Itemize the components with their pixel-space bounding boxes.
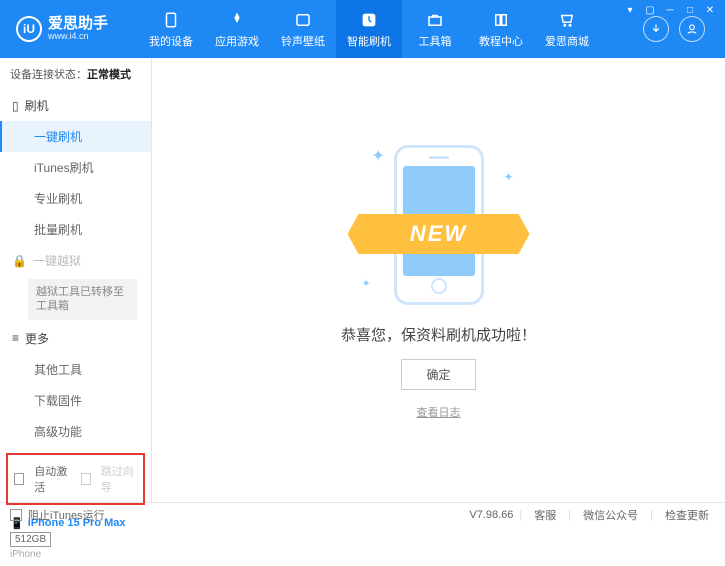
- success-message: 恭喜您，保资料刷机成功啦！: [341, 324, 536, 345]
- auto-activate-label: 自动激活: [34, 463, 70, 495]
- nav-store[interactable]: 爱思商城: [534, 0, 600, 58]
- toolbox-icon: [425, 10, 445, 30]
- nav-label: 工具箱: [419, 33, 452, 49]
- storage-badge: 512GB: [10, 532, 51, 547]
- close-button[interactable]: ✕: [701, 3, 719, 17]
- device-icon: [161, 10, 181, 30]
- customer-service-link[interactable]: 客服: [528, 507, 562, 523]
- main-nav: 我的设备 应用游戏 铃声壁纸 智能刷机 工具箱 教程中心 爱思商城: [138, 0, 600, 58]
- sidebar: 设备连接状态：正常模式 ▯ 刷机 一键刷机 iTunes刷机 专业刷机 批量刷机…: [0, 58, 152, 502]
- sparkle-icon: ✦: [372, 146, 385, 166]
- nav-flash[interactable]: 智能刷机: [336, 0, 402, 58]
- sidebar-download-firmware[interactable]: 下载固件: [0, 385, 151, 416]
- minimize-button[interactable]: ─: [661, 3, 679, 17]
- nav-label: 智能刷机: [347, 33, 391, 49]
- logo: iU 爱思助手 www.i4.cn: [8, 16, 138, 42]
- jailbreak-moved-note: 越狱工具已转移至工具箱: [28, 279, 137, 320]
- download-button[interactable]: [643, 16, 669, 42]
- version-label: V7.98.66: [469, 509, 513, 521]
- new-ribbon: NEW: [348, 214, 530, 254]
- ok-button[interactable]: 确定: [401, 359, 475, 390]
- sidebar-pro-flash[interactable]: 专业刷机: [0, 183, 151, 214]
- nav-toolbox[interactable]: 工具箱: [402, 0, 468, 58]
- check-update-link[interactable]: 检查更新: [659, 507, 715, 523]
- lock-icon: 🔒: [12, 254, 27, 268]
- nav-label: 应用游戏: [215, 33, 259, 49]
- logo-icon: iU: [16, 16, 42, 42]
- options-highlight-box: 自动激活 跳过向导: [6, 453, 145, 505]
- sidebar-itunes-flash[interactable]: iTunes刷机: [0, 152, 151, 183]
- app-title: 爱思助手: [48, 16, 108, 33]
- skip-guide-checkbox: [81, 473, 91, 485]
- user-button[interactable]: [679, 16, 705, 42]
- sidebar-flash-header[interactable]: ▯ 刷机: [0, 90, 151, 121]
- device-type: iPhone: [10, 549, 141, 560]
- menu-icon[interactable]: ▾: [621, 3, 639, 17]
- sidebar-label: 更多: [25, 330, 49, 347]
- sidebar-more-header[interactable]: ≡ 更多: [0, 323, 151, 354]
- main-content: ✦ ✦ ✦ NEW 恭喜您，保资料刷机成功啦！ 确定 查看日志: [152, 58, 725, 502]
- sidebar-label: 一键越狱: [33, 252, 81, 269]
- maximize-button[interactable]: □: [681, 3, 699, 17]
- device-status: 设备连接状态：正常模式: [0, 58, 151, 90]
- sparkle-icon: ✦: [362, 277, 371, 290]
- sparkle-icon: ✦: [503, 170, 513, 184]
- view-log-link[interactable]: 查看日志: [417, 404, 461, 420]
- phone-icon: ▯: [12, 99, 19, 113]
- app-subtitle: www.i4.cn: [48, 32, 108, 42]
- book-icon: [491, 10, 511, 30]
- sidebar-advanced[interactable]: 高级功能: [0, 416, 151, 447]
- sidebar-other-tools[interactable]: 其他工具: [0, 354, 151, 385]
- nav-label: 爱思商城: [545, 33, 589, 49]
- nav-label: 铃声壁纸: [281, 33, 325, 49]
- app-header: iU 爱思助手 www.i4.cn 我的设备 应用游戏 铃声壁纸 智能刷机 工具…: [0, 0, 725, 58]
- nav-ringtones[interactable]: 铃声壁纸: [270, 0, 336, 58]
- apps-icon: [227, 10, 247, 30]
- sidebar-one-key-flash[interactable]: 一键刷机: [0, 121, 151, 152]
- nav-my-device[interactable]: 我的设备: [138, 0, 204, 58]
- sidebar-label: 刷机: [25, 97, 49, 114]
- image-icon: [293, 10, 313, 30]
- nav-apps[interactable]: 应用游戏: [204, 0, 270, 58]
- auto-activate-checkbox[interactable]: [14, 473, 24, 485]
- nav-label: 教程中心: [479, 33, 523, 49]
- sidebar-batch-flash[interactable]: 批量刷机: [0, 214, 151, 245]
- block-itunes-label: 阻止iTunes运行: [28, 507, 105, 523]
- block-itunes-checkbox[interactable]: [10, 509, 22, 521]
- wechat-link[interactable]: 微信公众号: [577, 507, 644, 523]
- success-illustration: ✦ ✦ ✦ NEW: [344, 140, 534, 310]
- window-controls: ▾ ▢ ─ □ ✕: [621, 3, 719, 17]
- cart-icon: [557, 10, 577, 30]
- skin-icon[interactable]: ▢: [641, 3, 659, 17]
- nav-tutorials[interactable]: 教程中心: [468, 0, 534, 58]
- nav-label: 我的设备: [149, 33, 193, 49]
- flash-icon: [359, 10, 379, 30]
- list-icon: ≡: [12, 331, 19, 345]
- sidebar-jailbreak-header: 🔒 一键越狱: [0, 245, 151, 276]
- skip-guide-label: 跳过向导: [101, 463, 137, 495]
